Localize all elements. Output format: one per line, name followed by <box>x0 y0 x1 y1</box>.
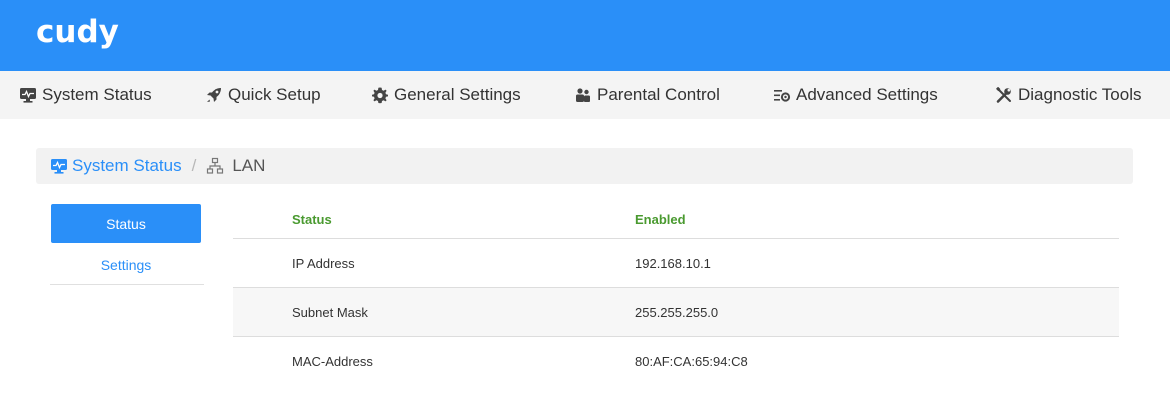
table-header-row: Status Enabled <box>233 201 1119 239</box>
tools-icon <box>995 86 1013 104</box>
rocket-icon <box>205 86 223 104</box>
nav-diagnostic-tools[interactable]: Diagnostic Tools <box>995 71 1141 119</box>
nav-system-status[interactable]: System Status <box>19 71 152 119</box>
breadcrumb-separator: / <box>191 156 197 175</box>
gear-icon <box>371 86 389 104</box>
row-label: IP Address <box>292 255 355 271</box>
nav-label: Advanced Settings <box>796 85 938 104</box>
nav-label: System Status <box>42 85 152 104</box>
sidebar-item-status[interactable]: Status <box>51 204 201 243</box>
main-nav: System Status Quick Setup General Settin… <box>0 71 1170 119</box>
monitor-icon <box>50 157 68 175</box>
table-row: MAC-Address 80:AF:CA:65:94:C8 <box>233 337 1119 386</box>
header-status-value: Enabled <box>635 212 686 227</box>
nav-label: Diagnostic Tools <box>1018 85 1142 104</box>
row-label: Subnet Mask <box>292 304 368 320</box>
sliders-gear-icon <box>773 86 791 104</box>
table-row: Subnet Mask 255.255.255.0 <box>233 288 1119 337</box>
breadcrumb-home-label: System Status <box>72 156 182 175</box>
breadcrumb: System Status / LAN <box>36 148 1133 184</box>
breadcrumb-current-label: LAN <box>232 156 266 175</box>
table-row: IP Address 192.168.10.1 <box>233 239 1119 288</box>
nav-label: Quick Setup <box>228 85 321 104</box>
nav-parental-control[interactable]: Parental Control <box>574 71 720 119</box>
lan-status-table: Status Enabled IP Address 192.168.10.1 S… <box>233 201 1119 386</box>
header-status-label: Status <box>292 212 332 227</box>
cudy-logo[interactable]: cudy <box>36 14 119 50</box>
row-value: 80:AF:CA:65:94:C8 <box>635 354 748 369</box>
breadcrumb-current: LAN <box>206 156 265 176</box>
breadcrumb-home-link[interactable]: System Status <box>50 156 182 176</box>
row-value: 192.168.10.1 <box>635 255 711 271</box>
sidebar-item-settings[interactable]: Settings <box>51 250 201 280</box>
users-icon <box>574 86 592 104</box>
network-icon <box>206 157 224 175</box>
nav-label: Parental Control <box>597 85 720 104</box>
nav-general-settings[interactable]: General Settings <box>371 71 521 119</box>
row-value: 255.255.255.0 <box>635 304 719 320</box>
monitor-icon <box>19 86 37 104</box>
nav-quick-setup[interactable]: Quick Setup <box>205 71 321 119</box>
sidebar-divider <box>50 284 204 285</box>
row-label: MAC-Address <box>292 354 373 369</box>
nav-advanced-settings[interactable]: Advanced Settings <box>773 71 938 119</box>
nav-label: General Settings <box>394 85 521 104</box>
top-header-bar: cudy <box>0 0 1170 71</box>
